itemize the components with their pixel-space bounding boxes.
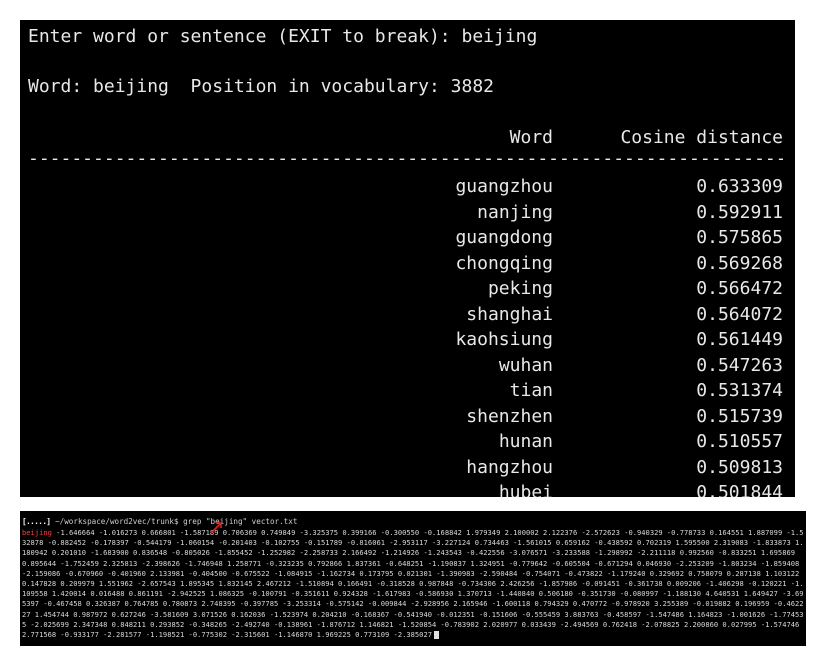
results-list: guangzhou 0.633309 nanjing 0.592911 guangd… [20,176,795,497]
result-row: wuhan 0.547263 [20,355,795,381]
result-row: hubei 0.501844 [20,482,795,497]
result-word: guangzhou [455,176,553,197]
terminal-window-grep[interactable]: [.....] ~/workspace/word2vec/trunk$ grep… [20,511,806,646]
result-row: guangzhou 0.633309 [20,176,795,202]
result-word: tian [509,380,553,401]
command-text: ~/workspace/word2vec/trunk$ grep "beijin… [50,517,298,526]
command-line: [.....] ~/workspace/word2vec/trunk$ grep… [22,517,297,527]
result-distance: 0.531374 [696,380,783,401]
result-word: guangdong [455,227,553,248]
result-row: shenzhen 0.515739 [20,406,795,432]
result-word: shenzhen [466,405,553,427]
result-word: shanghai [466,303,553,325]
match-highlight: beijing [22,528,52,537]
prompt-line: Enter word or sentence (EXIT to break): … [28,26,538,47]
vector-output: beijing -1.646664 -1.016273 0.666801 -1.… [22,528,804,640]
result-word: hangzhou [466,456,553,478]
word-info-line: Word: beijing Position in vocabulary: 38… [28,76,494,97]
result-row: hunan 0.510557 [20,431,795,457]
result-distance: 0.510557 [696,431,783,452]
result-word: wuhan [498,354,553,376]
result-word: chongqing [455,252,553,274]
result-distance: 0.561449 [696,329,783,350]
result-distance: 0.569268 [696,252,783,274]
result-distance: 0.501844 [696,482,783,497]
column-header-cosine-distance: Cosine distance [620,127,783,148]
column-header-word: Word [509,127,553,148]
result-row: nanjing 0.592911 [20,202,795,228]
result-word: nanjing [477,201,553,223]
host-prompt: [.....] [22,517,51,526]
result-row: shanghai 0.564072 [20,304,795,330]
result-distance: 0.566472 [696,278,783,299]
result-row: kaohsiung 0.561449 [20,329,795,355]
vector-values: -1.646664 -1.016273 0.666801 -1.587189 0… [22,528,804,640]
result-distance: 0.592911 [696,201,783,223]
result-word: peking [487,278,553,299]
result-row: tian 0.531374 [20,380,795,406]
result-word: hubei [498,482,553,497]
result-distance: 0.509813 [696,456,783,478]
result-row: peking 0.566472 [20,278,795,304]
header-divider: ----------------------------------------… [28,148,783,169]
result-word: kaohsiung [455,329,553,350]
terminal-window-distance[interactable]: Enter word or sentence (EXIT to break): … [20,20,795,497]
result-row: guangdong 0.575865 [20,227,795,253]
result-distance: 0.547263 [696,354,783,376]
result-distance: 0.564072 [696,303,783,325]
result-row: hangzhou 0.509813 [20,457,795,483]
result-distance: 0.633309 [696,176,783,197]
result-word: hunan [498,431,553,452]
result-row: chongqing 0.569268 [20,253,795,279]
annotation-arrow-icon [210,522,222,534]
text-cursor [434,631,439,640]
result-distance: 0.515739 [696,405,783,427]
result-distance: 0.575865 [696,227,783,248]
